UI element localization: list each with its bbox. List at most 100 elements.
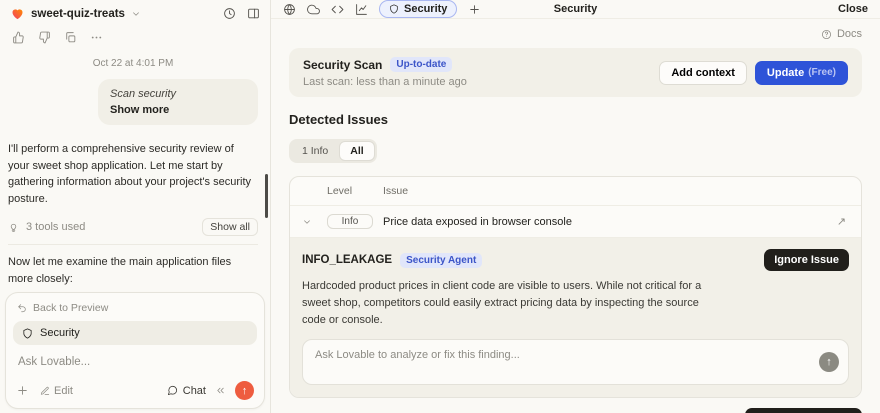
tab-security[interactable]: Security	[379, 0, 458, 18]
scan-info: Security Scan Up-to-date Last scan: less…	[303, 57, 467, 88]
security-scan-card: Security Scan Up-to-date Last scan: less…	[289, 48, 862, 97]
ellipsis-icon[interactable]	[90, 31, 103, 44]
issue-title: Price data exposed in browser console	[383, 215, 572, 228]
chat-input[interactable]	[6, 345, 264, 376]
show-more-button[interactable]: Show more	[110, 104, 246, 116]
close-button[interactable]: Close	[838, 3, 868, 15]
assistant-paragraph: I'll perform a comprehensive security re…	[8, 143, 252, 205]
composer-toolbar: Edit Chat ↑	[6, 376, 264, 403]
history-icon[interactable]	[223, 7, 236, 20]
detected-issues-heading: Detected Issues	[289, 112, 388, 127]
fix-all-row: Try to Fix All (Free)	[289, 408, 862, 413]
add-context-button[interactable]: Add context	[659, 60, 747, 85]
chat-mode-label: Chat	[182, 384, 206, 397]
tools-used-row: 3 tools used Show all	[8, 214, 258, 245]
status-badge: Up-to-date	[390, 57, 453, 72]
tab-security-label: Security	[404, 3, 448, 15]
view-tabs: Security	[283, 0, 481, 18]
tools-used-label: 3 tools used	[26, 221, 86, 233]
last-scan-text: Last scan: less than a minute ago	[303, 76, 467, 88]
column-level: Level	[327, 185, 353, 197]
update-suffix: (Free)	[808, 67, 836, 78]
edit-pencil-icon	[40, 386, 50, 395]
composer-card: Back to Preview Security Edit Chat	[5, 292, 265, 409]
assistant-paragraph: Now let me examine the main application …	[8, 256, 232, 285]
user-message-row: Scan security Show more	[8, 79, 258, 125]
issues-table: Level Issue Info Price data exposed in b…	[289, 176, 862, 399]
panel-body: Docs Security Scan Up-to-date Last scan:…	[271, 19, 880, 413]
app-window: sweet-quiz-treats Oct 22 at 4:01 PM Scan…	[0, 0, 880, 413]
issue-code: INFO_LEAKAGE	[302, 254, 393, 266]
issue-row[interactable]: Info Price data exposed in browser conso…	[290, 206, 861, 238]
detail-header: INFO_LEAKAGE Security Agent Ignore Issue	[302, 249, 849, 271]
shield-icon	[390, 4, 398, 14]
composer-right-controls: Chat ↑	[167, 381, 254, 400]
back-to-preview-label: Back to Preview	[33, 302, 109, 314]
issue-description: Hardcoded product prices in client code …	[302, 280, 702, 327]
shield-icon	[23, 328, 32, 338]
project-switcher[interactable]: sweet-quiz-treats	[10, 6, 141, 21]
chat-panel: sweet-quiz-treats Oct 22 at 4:01 PM Scan…	[0, 0, 270, 413]
finding-send-button[interactable]: ↑	[819, 352, 839, 373]
chat-scrollbar-thumb[interactable]	[265, 174, 268, 218]
copy-icon[interactable]	[64, 31, 77, 44]
chat-scroll-area: Oct 22 at 4:01 PM Scan security Show mor…	[0, 48, 270, 288]
lightbulb-icon	[10, 223, 17, 232]
open-external-icon[interactable]: ↗	[834, 215, 849, 228]
chat-bubble-icon	[167, 385, 177, 396]
thumbs-up-icon[interactable]	[12, 31, 25, 44]
column-issue: Issue	[383, 185, 409, 197]
chevron-down-icon[interactable]	[302, 217, 312, 227]
message-actions	[0, 23, 270, 48]
finding-input[interactable]	[303, 340, 804, 371]
scan-actions: Add context Update (Free)	[659, 60, 848, 85]
ignore-issue-button[interactable]: Ignore Issue	[764, 249, 849, 271]
level-badge: Info	[327, 214, 373, 229]
severity-filter: 1 Info All	[289, 139, 377, 163]
chevron-down-icon	[133, 11, 139, 16]
panel-title: Security	[553, 3, 598, 15]
project-name: sweet-quiz-treats	[31, 7, 125, 20]
finding-input-wrap: ↑	[302, 339, 849, 386]
add-tab-icon[interactable]	[468, 3, 481, 16]
user-message-bubble: Scan security Show more	[98, 79, 258, 125]
user-message-text: Scan security	[110, 88, 177, 100]
thumbs-down-icon[interactable]	[38, 31, 51, 44]
panel-header: Security Security Close	[271, 0, 880, 19]
context-chip-label: Security	[40, 327, 80, 339]
up-arrow-icon: ↑	[241, 384, 248, 397]
help-circle-icon	[821, 29, 831, 39]
analytics-chart-icon[interactable]	[355, 3, 368, 16]
fix-all-button[interactable]: Try to Fix All (Free)	[745, 408, 862, 413]
return-arrow-icon	[18, 304, 26, 313]
send-button[interactable]: ↑	[235, 381, 254, 400]
timestamp: Oct 22 at 4:01 PM	[92, 58, 174, 69]
edit-mode-label: Edit	[54, 384, 73, 397]
edit-mode-button[interactable]: Edit	[40, 385, 73, 397]
lovable-logo-icon	[12, 9, 23, 20]
layout-panel-icon[interactable]	[247, 7, 260, 20]
plus-icon[interactable]	[16, 384, 29, 397]
issue-detail: INFO_LEAKAGE Security Agent Ignore Issue…	[290, 238, 861, 398]
update-button[interactable]: Update (Free)	[754, 60, 848, 85]
chevrons-left-icon[interactable]	[215, 385, 226, 396]
filter-info[interactable]: 1 Info	[291, 141, 339, 161]
scan-title: Security Scan	[303, 57, 383, 72]
code-icon[interactable]	[331, 3, 344, 16]
context-chip-security[interactable]: Security	[13, 321, 257, 345]
security-panel: Security Security Close Docs Security Sc…	[270, 0, 880, 413]
cloud-icon[interactable]	[307, 3, 320, 16]
update-label: Update	[766, 66, 805, 79]
up-arrow-icon: ↑	[826, 356, 832, 369]
back-to-preview-button[interactable]: Back to Preview	[6, 298, 264, 321]
chat-mode-button[interactable]: Chat	[167, 385, 206, 397]
show-all-button[interactable]: Show all	[202, 218, 258, 236]
docs-label: Docs	[836, 28, 862, 40]
docs-link[interactable]: Docs	[289, 21, 862, 48]
filter-all[interactable]: All	[339, 141, 375, 161]
agent-badge: Security Agent	[400, 252, 483, 268]
table-header-row: Level Issue	[290, 177, 861, 206]
globe-icon[interactable]	[283, 3, 296, 16]
left-header: sweet-quiz-treats	[0, 0, 270, 23]
left-header-icons	[223, 7, 260, 20]
